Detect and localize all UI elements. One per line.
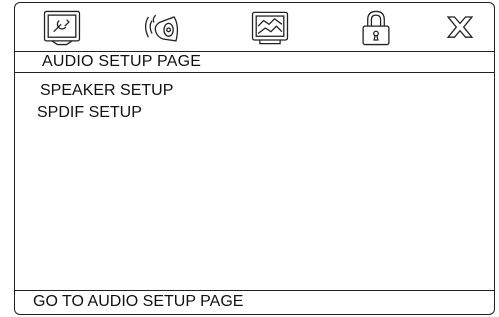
video-setup-icon[interactable] bbox=[245, 6, 295, 50]
exit-icon[interactable] bbox=[435, 6, 485, 50]
page-title: AUDIO SETUP PAGE bbox=[42, 53, 202, 70]
menu-item-spdif-setup[interactable]: SPDIF SETUP bbox=[37, 104, 142, 122]
audio-setup-icon[interactable] bbox=[139, 6, 189, 50]
setup-menu-frame: AUDIO SETUP PAGE SPEAKER SETUP SPDIF SET… bbox=[14, 2, 495, 315]
icon-bar bbox=[15, 3, 494, 53]
page-title-bar: AUDIO SETUP PAGE bbox=[14, 51, 495, 73]
password-lock-icon[interactable] bbox=[351, 6, 401, 50]
menu-item-speaker-setup[interactable]: SPEAKER SETUP bbox=[40, 82, 173, 100]
status-bar: GO TO AUDIO SETUP PAGE bbox=[15, 290, 494, 314]
status-text: GO TO AUDIO SETUP PAGE bbox=[33, 293, 244, 310]
general-setup-icon[interactable] bbox=[37, 6, 87, 50]
